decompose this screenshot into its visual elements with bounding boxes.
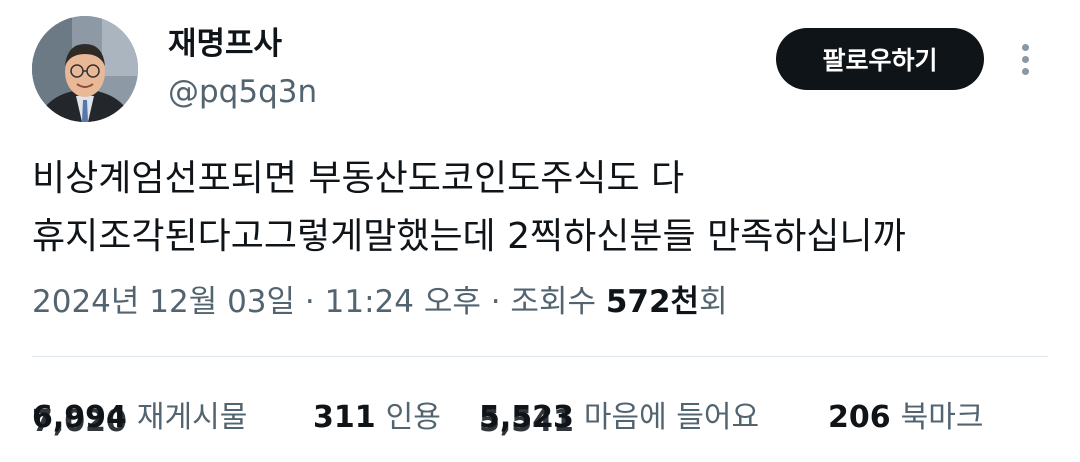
bookmarks-count: 206 xyxy=(828,400,891,435)
views-count: 572천 xyxy=(605,284,700,320)
author-handle[interactable]: @pq5q3n xyxy=(168,72,317,112)
tweet-meta: 2024년 12월 03일 · 11:24 오후 · 조회수 572천회 xyxy=(32,282,728,322)
tweet-date[interactable]: 2024년 12월 03일 xyxy=(32,284,295,320)
bookmarks-stat[interactable]: 206 북마크 xyxy=(828,398,983,438)
meta-separator: · xyxy=(295,284,325,320)
tweet-time[interactable]: 11:24 오후 xyxy=(325,284,481,320)
divider xyxy=(32,356,1048,357)
quotes-label: 인용 xyxy=(385,400,441,435)
likes-label: 마음에 들어요 xyxy=(583,400,760,435)
quotes-count: 311 xyxy=(313,400,376,435)
author-display-name[interactable]: 재명프사 xyxy=(168,24,282,64)
likes-stat[interactable]: 5,541 5,523 마음에 들어요 xyxy=(479,398,760,439)
retweets-stat[interactable]: 7,020 6,994 재게시물 xyxy=(32,398,248,439)
avatar[interactable] xyxy=(32,16,138,122)
quotes-stat[interactable]: 311 인용 xyxy=(313,398,441,438)
follow-button[interactable]: 팔로우하기 xyxy=(776,28,984,90)
views-suffix: 회 xyxy=(699,284,728,320)
tweet-text: 비상계엄선포되면 부동산도코인도주식도 다 휴지조각된다고그렇게말했는데 2찍하… xyxy=(32,150,1052,266)
tweet-text-line: 휴지조각된다고그렇게말했는데 2찍하신분들 만족하십니까 xyxy=(32,216,906,257)
more-options-icon[interactable] xyxy=(1012,40,1040,80)
views-label: 조회수 xyxy=(510,284,606,320)
bookmarks-label: 북마크 xyxy=(900,400,984,435)
likes-count: 5,523 xyxy=(479,400,574,435)
retweets-count: 6,994 xyxy=(32,400,127,435)
tweet-text-line: 비상계엄선포되면 부동산도코인도주식도 다 xyxy=(32,158,685,199)
retweets-label: 재게시물 xyxy=(136,400,248,435)
meta-separator: · xyxy=(480,284,511,320)
